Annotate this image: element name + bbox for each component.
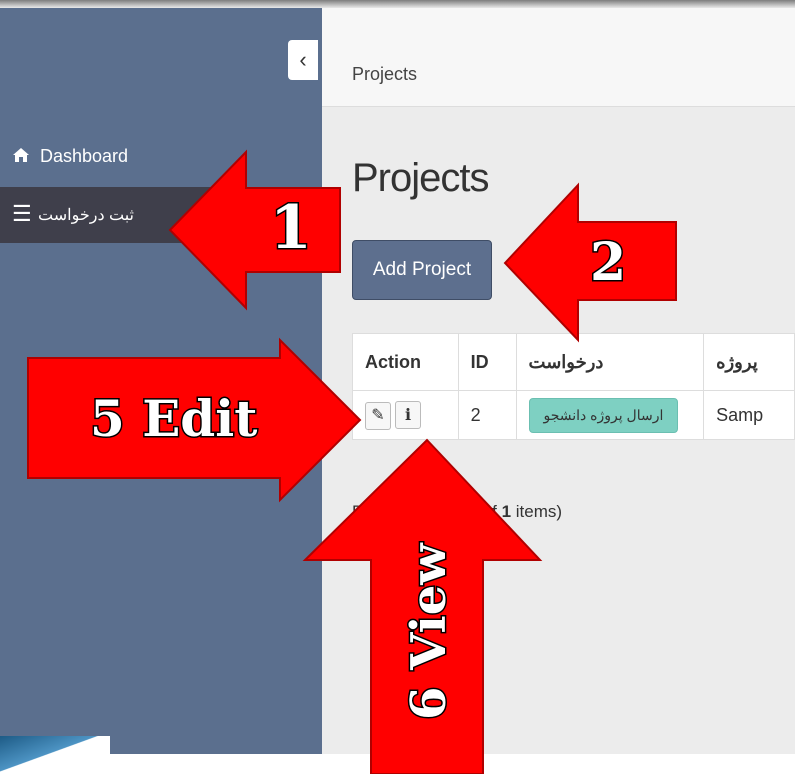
corner-decoration (0, 736, 110, 774)
home-icon (12, 146, 30, 169)
column-header-id[interactable]: ID (457, 333, 517, 391)
id-cell: 2 (457, 390, 517, 440)
breadcrumb[interactable]: Projects (352, 64, 417, 85)
sidebar: ‹ Dashboard ☰ ثبت درخواست (0, 8, 322, 754)
request-badge: ارسال پروژه دانشجو (528, 397, 679, 433)
top-bar (0, 0, 795, 8)
project-cell: Samp (703, 390, 795, 440)
projects-table: Action ID درخواست پروژه ✎ i 2 ارسال پروژه… (352, 333, 795, 440)
summary-prefix: Di (352, 502, 369, 521)
action-cell: ✎ i (352, 390, 459, 440)
bottom-strip (0, 754, 795, 774)
summary-items: items) (515, 502, 563, 521)
pagination-summary: Di 1 (of 1 items) (352, 502, 562, 522)
sidebar-item-dashboard[interactable]: Dashboard (0, 130, 322, 186)
table-row: ✎ i 2 ارسال پروژه دانشجو Samp (352, 390, 795, 440)
home-icon-svg (13, 148, 29, 162)
add-project-button[interactable]: Add Project (352, 240, 492, 300)
summary-of: (of (477, 502, 497, 521)
edit-icon[interactable]: ✎ (365, 401, 391, 430)
main-content: Projects Projects Add Project Action ID … (322, 8, 795, 754)
column-header-project[interactable]: پروژه (703, 333, 795, 391)
summary-total: 1 (501, 502, 512, 521)
column-header-request[interactable]: درخواست (515, 333, 705, 391)
sidebar-item-label: ثبت درخواست (38, 207, 135, 224)
sidebar-collapse-button[interactable]: ‹ (288, 40, 318, 80)
table-header-row: Action ID درخواست پروژه (352, 333, 795, 391)
sidebar-item-label: Dashboard (40, 146, 129, 166)
view-info-icon[interactable]: i (395, 400, 421, 429)
menu-icon: ☰ (12, 201, 32, 226)
summary-range-end: 1 (462, 502, 473, 521)
sidebar-item-register-request[interactable]: ☰ ثبت درخواست (0, 187, 322, 243)
request-cell: ارسال پروژه دانشجو (515, 390, 705, 440)
page-title: Projects (352, 156, 489, 200)
column-header-action[interactable]: Action (352, 333, 459, 391)
breadcrumb-bar: Projects (322, 8, 795, 107)
